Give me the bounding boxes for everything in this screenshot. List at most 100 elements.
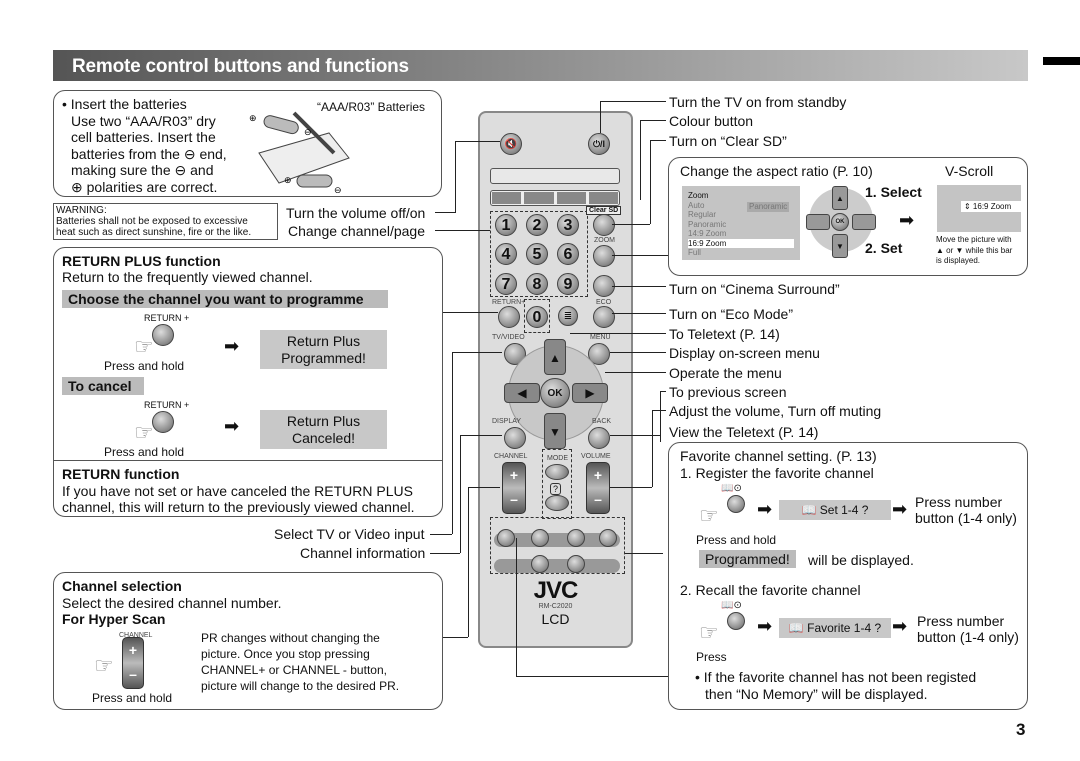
batteries-line: batteries from the ⊖ end, bbox=[71, 145, 227, 162]
yellow-button[interactable] bbox=[556, 192, 586, 204]
size-button[interactable] bbox=[599, 529, 617, 547]
leader-line bbox=[660, 391, 666, 392]
number-button-3[interactable]: 3 bbox=[557, 214, 579, 236]
press-hold-label: Press and hold bbox=[104, 359, 185, 373]
to-cancel-bar: To cancel bbox=[62, 377, 144, 395]
batteries-box: • Insert the batteries Use two “AAA/R03”… bbox=[53, 90, 442, 197]
help-icon: ? bbox=[550, 483, 562, 495]
red-button[interactable] bbox=[492, 192, 522, 204]
left-button[interactable]: ◀ bbox=[504, 383, 540, 403]
callout-power: Turn the TV on from standby bbox=[669, 94, 847, 110]
will-be-displayed-text: will be displayed. bbox=[808, 552, 914, 568]
favorite-channel-box: Favorite channel setting. (P. 13) 1. Reg… bbox=[668, 442, 1028, 710]
favorite-step1: 1. Register the favorite channel bbox=[680, 465, 874, 481]
callout-channel-info: Channel information bbox=[300, 545, 426, 561]
right-button[interactable]: ▶ bbox=[572, 383, 608, 403]
callout-channel-page: Change channel/page bbox=[288, 223, 426, 239]
back-button[interactable] bbox=[588, 427, 610, 449]
side-tab-marker bbox=[1043, 57, 1080, 65]
teletext-button[interactable]: ≣ bbox=[558, 306, 578, 326]
callout-eco: Turn on “Eco Mode” bbox=[669, 306, 793, 322]
press-number-line: button (1-4 only) bbox=[917, 629, 1019, 645]
channel-selection-desc: Select the desired channel number. bbox=[62, 595, 282, 611]
number-button-4[interactable]: 4 bbox=[495, 243, 517, 265]
down-button[interactable]: ▼ bbox=[544, 413, 566, 449]
tv-video-label: TV/VIDEO bbox=[492, 334, 525, 341]
number-button-1[interactable]: 1 bbox=[495, 214, 517, 236]
return-plus-button-label: RETURN + bbox=[144, 313, 190, 323]
display-button[interactable] bbox=[504, 427, 526, 449]
return-button[interactable] bbox=[498, 306, 520, 328]
mute-button[interactable]: 🔇 bbox=[500, 133, 522, 155]
power-button[interactable]: ⏻/I bbox=[588, 133, 610, 155]
up-button[interactable]: ▲ bbox=[544, 339, 566, 375]
hand-pointer-icon: ☞ bbox=[134, 420, 154, 445]
cancel-button[interactable] bbox=[567, 555, 585, 573]
number-button-5[interactable]: 5 bbox=[526, 243, 548, 265]
callout-colour: Colour button bbox=[669, 113, 754, 129]
page-title: Remote control buttons and functions bbox=[72, 56, 409, 77]
leader-line bbox=[443, 637, 468, 638]
aspect-ratio-box: Change the aspect ratio (P. 10) V-Scroll… bbox=[668, 157, 1028, 276]
ok-button[interactable]: OK bbox=[540, 378, 570, 408]
vscroll-osd: ⇕ 16:9 Zoom bbox=[937, 185, 1021, 232]
channel-selection-box: Channel selection Select the desired cha… bbox=[53, 572, 443, 710]
leader-line bbox=[660, 391, 661, 435]
volume-rocker[interactable]: + – bbox=[586, 462, 610, 514]
vscroll-title: V-Scroll bbox=[945, 163, 994, 179]
index-button[interactable] bbox=[567, 529, 585, 547]
leader-line bbox=[435, 230, 490, 231]
return-label: RETURN+ bbox=[492, 299, 526, 306]
battery-illustration: ⊕ ⊖ ⊕ ⊖ bbox=[249, 111, 350, 193]
leader-line bbox=[430, 534, 452, 535]
leader-line bbox=[452, 352, 453, 534]
favorite-button[interactable] bbox=[531, 529, 549, 547]
return-plus-box: RETURN PLUS function Return to the frequ… bbox=[53, 247, 443, 517]
page-number: 3 bbox=[1016, 720, 1026, 739]
number-button-0[interactable]: 0 bbox=[526, 306, 548, 328]
leader-line bbox=[650, 140, 666, 141]
return-plus-button-label: RETURN + bbox=[144, 400, 190, 410]
zoom-menu-item: Full bbox=[688, 248, 701, 257]
subpage-button[interactable] bbox=[497, 529, 515, 547]
programmed-message: Programmed! bbox=[699, 550, 796, 568]
step-select: 1. Select bbox=[865, 184, 922, 200]
batteries-line: ⊕ polarities are correct. bbox=[71, 178, 218, 195]
press-hold-label: Press and hold bbox=[104, 445, 185, 459]
leader-line bbox=[652, 410, 666, 411]
clear-sd-button[interactable] bbox=[593, 214, 615, 236]
display-strip bbox=[490, 168, 620, 184]
colour-buttons bbox=[490, 190, 620, 206]
mode-button[interactable] bbox=[545, 464, 569, 480]
number-button-2[interactable]: 2 bbox=[526, 214, 548, 236]
callout-back: To previous screen bbox=[669, 384, 787, 400]
leader-line bbox=[660, 432, 661, 442]
channel-rocker[interactable]: + – bbox=[502, 462, 526, 514]
reveal-button[interactable] bbox=[531, 555, 549, 573]
function-strip-2 bbox=[494, 559, 620, 573]
number-button-9[interactable]: 9 bbox=[557, 273, 579, 295]
hyper-scan-line: PR changes without changing the bbox=[201, 631, 380, 645]
return-function-line: If you have not set or have canceled the… bbox=[62, 483, 413, 499]
number-button-8[interactable]: 8 bbox=[526, 273, 548, 295]
number-button-6[interactable]: 6 bbox=[557, 243, 579, 265]
callout-volume-mute: Turn the volume off/on bbox=[286, 205, 426, 221]
favorite-note-line: then “No Memory” will be displayed. bbox=[705, 686, 928, 702]
hand-pointer-icon: ☞ bbox=[699, 503, 719, 528]
return-function-title: RETURN function bbox=[62, 466, 180, 482]
number-button-7[interactable]: 7 bbox=[495, 273, 517, 295]
leader-line bbox=[460, 435, 502, 436]
eco-button[interactable] bbox=[593, 306, 615, 328]
svg-text:⊕: ⊕ bbox=[284, 175, 292, 185]
zoom-button[interactable] bbox=[593, 245, 615, 267]
green-button[interactable] bbox=[524, 192, 554, 204]
leader-line bbox=[610, 487, 652, 488]
press-label: Press bbox=[696, 650, 727, 664]
vscroll-note-line: ▲ or ▼ while this bar bbox=[936, 245, 1013, 255]
help-button[interactable] bbox=[545, 495, 569, 511]
blue-button[interactable] bbox=[588, 192, 618, 204]
current-mode-tag: Panoramic bbox=[747, 202, 790, 212]
model-number: RM-C2020 bbox=[538, 603, 573, 610]
msg-line: Return Plus bbox=[286, 332, 361, 349]
return-plus-button-illustration bbox=[152, 411, 174, 433]
